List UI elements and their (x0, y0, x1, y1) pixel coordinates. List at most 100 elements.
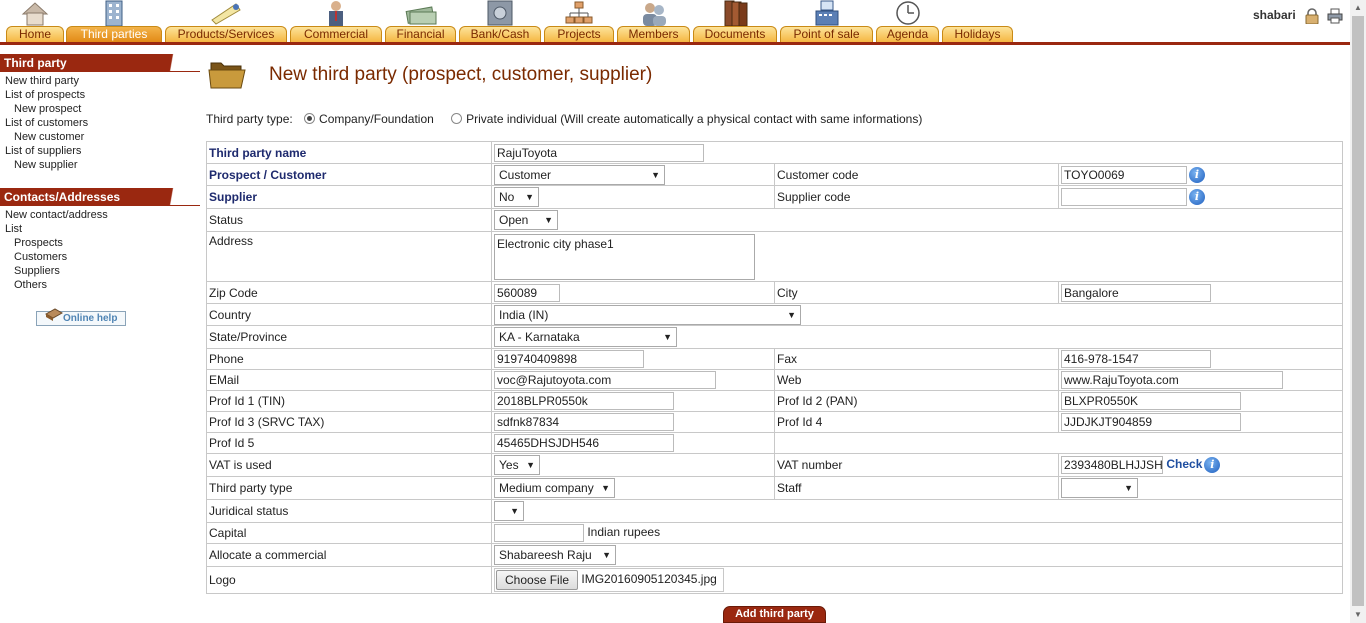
dropdown-arrow-icon: ▼ (510, 506, 519, 516)
sidebar-section-third-party: Third party (0, 54, 200, 72)
sidebar-link-new-prospect[interactable]: New prospect (0, 102, 200, 116)
label-web: Web (777, 373, 802, 387)
page-title: New third party (prospect, customer, sup… (269, 64, 653, 85)
capital-input[interactable] (494, 524, 584, 542)
third-party-type-select[interactable]: Medium company ▼ (494, 478, 615, 498)
label-customer-code: Customer code (777, 167, 859, 182)
vat-number-input[interactable]: 2393480BLHJJSH (1061, 456, 1163, 474)
scroll-down-arrow-icon[interactable]: ▼ (1350, 607, 1366, 623)
info-icon[interactable]: i (1189, 166, 1205, 183)
state-province-select[interactable]: KA - Karnataka ▼ (494, 327, 677, 347)
tab-bank-cash[interactable]: Bank/Cash (459, 0, 541, 42)
cash-register-icon (815, 0, 838, 26)
third-party-name-input[interactable]: RajuToyota (494, 143, 704, 162)
tab-documents[interactable]: Documents (693, 0, 777, 42)
radio-private-individual[interactable] (451, 113, 463, 124)
supplier-select[interactable]: No ▼ (494, 187, 539, 207)
sidebar-link-new-customer[interactable]: New customer (0, 130, 200, 144)
safe-icon (487, 0, 513, 26)
prof-id-3-input[interactable]: sdfnk87834 (494, 413, 674, 431)
fax-input[interactable]: 416-978-1547 (1061, 350, 1211, 368)
radio-company[interactable] (304, 113, 316, 124)
address-textarea[interactable]: Electronic city phase1 (494, 233, 755, 280)
username[interactable]: shabari (1253, 8, 1296, 22)
label-prof-id-4: Prof Id 4 (777, 415, 823, 429)
tab-agenda[interactable]: Agenda (876, 0, 939, 42)
top-menu: Home Third parties Products/Services Com… (0, 0, 1350, 47)
sidebar-link-list-suppliers[interactable]: List of suppliers (0, 144, 200, 158)
staff-select[interactable]: ▼ (1061, 478, 1138, 498)
sidebar-section-contacts: Contacts/Addresses (0, 188, 200, 206)
label-prof-id-3: Prof Id 3 (SRVC TAX) (209, 415, 325, 429)
label-state-province: State/Province (209, 330, 288, 344)
tab-home[interactable]: Home (6, 0, 64, 42)
vat-used-select[interactable]: Yes ▼ (494, 455, 540, 475)
tab-projects[interactable]: Projects (544, 0, 614, 42)
prof-id-4-input[interactable]: JJDJKJT904859 (1061, 413, 1241, 431)
scrollbar-thumb[interactable] (1352, 16, 1364, 606)
customer-code-input[interactable]: TOYO0069 (1061, 165, 1187, 184)
prof-id-1-input[interactable]: 2018BLPR0550k (494, 392, 674, 410)
sidebar-link-contact-list[interactable]: List (0, 222, 200, 236)
members-icon (642, 3, 666, 26)
sidebar-link-contact-customers[interactable]: Customers (0, 250, 200, 264)
label-vat-used: VAT is used (209, 458, 272, 472)
home-icon (21, 2, 49, 26)
sidebar-link-list-prospects[interactable]: List of prospects (0, 88, 200, 102)
online-help-link[interactable]: Online help (36, 308, 126, 326)
city-input[interactable]: Bangalore (1061, 283, 1211, 302)
info-icon[interactable]: i (1204, 457, 1221, 473)
commercial-value: Shabareesh Raju (499, 548, 592, 562)
sidebar-link-new-supplier[interactable]: New supplier (0, 158, 200, 172)
tab-commercial[interactable]: Commercial (290, 0, 382, 42)
zip-code-input[interactable]: 560089 (494, 283, 560, 302)
lock-icon[interactable] (1305, 8, 1319, 24)
web-input[interactable]: www.RajuToyota.com (1061, 371, 1283, 389)
third-party-type-label: Third party type: (206, 112, 293, 126)
label-email: EMail (209, 373, 240, 387)
dropdown-arrow-icon: ▼ (1124, 483, 1133, 493)
supplier-code-input[interactable] (1061, 188, 1187, 206)
status-select[interactable]: Open ▼ (494, 210, 558, 230)
tab-financial[interactable]: Financial (385, 0, 456, 42)
commercial-select[interactable]: Shabareesh Raju ▼ (494, 545, 616, 565)
juridical-status-select[interactable]: ▼ (494, 501, 524, 521)
dropdown-arrow-icon: ▼ (787, 309, 796, 320)
third-party-type-row: Third party type: Company/Foundation Pri… (206, 112, 922, 126)
sidebar-link-contact-prospects[interactable]: Prospects (0, 236, 200, 250)
prof-id-5-input[interactable]: 45465DHSJDH546 (494, 434, 674, 452)
capital-currency: Indian rupees (587, 525, 661, 540)
sidebar-link-new-contact[interactable]: New contact/address (0, 208, 200, 222)
sidebar-link-list-customers[interactable]: List of customers (0, 116, 200, 130)
add-third-party-button[interactable]: Add third party (723, 606, 826, 623)
label-supplier-code: Supplier code (777, 190, 851, 204)
scroll-up-arrow-icon[interactable]: ▲ (1350, 0, 1366, 16)
status-value: Open (499, 213, 529, 227)
tab-third-parties[interactable]: Third parties (66, 0, 162, 42)
tab-products-services[interactable]: Products/Services (165, 0, 287, 42)
documents-icon (724, 0, 748, 26)
sidebar-link-contact-suppliers[interactable]: Suppliers (0, 264, 200, 278)
printer-icon[interactable] (1327, 8, 1343, 24)
label-allocate-commercial: Allocate a commercial (209, 548, 327, 562)
prospect-customer-select[interactable]: Customer ▼ (494, 164, 665, 185)
tab-members[interactable]: Members (617, 0, 690, 42)
country-value: India (IN) (499, 307, 549, 322)
country-select[interactable]: India (IN) ▼ (494, 304, 801, 325)
sidebar-link-new-third-party[interactable]: New third party (0, 74, 200, 88)
tab-point-of-sale[interactable]: Point of sale (780, 0, 873, 42)
email-input[interactable]: voc@Rajutoyota.com (494, 371, 716, 389)
vertical-scrollbar[interactable]: ▲ ▼ (1350, 0, 1366, 623)
prof-id-2-input[interactable]: BLXPR0550K (1061, 392, 1241, 410)
label-vat-number: VAT number (777, 458, 843, 472)
vat-check-link[interactable]: Check (1166, 457, 1202, 471)
commercial-icon (329, 1, 343, 26)
choose-file-button[interactable]: Choose File (496, 570, 579, 590)
phone-input[interactable]: 919740409898 (494, 350, 644, 368)
tab-holidays[interactable]: Holidays (942, 0, 1013, 42)
clock-icon (895, 1, 920, 25)
dropdown-arrow-icon: ▼ (602, 550, 611, 560)
logo-file-input[interactable]: Choose File IMG20160905120345.jpg (494, 568, 724, 592)
sidebar-link-contact-others[interactable]: Others (0, 278, 200, 292)
info-icon[interactable]: i (1189, 189, 1205, 205)
